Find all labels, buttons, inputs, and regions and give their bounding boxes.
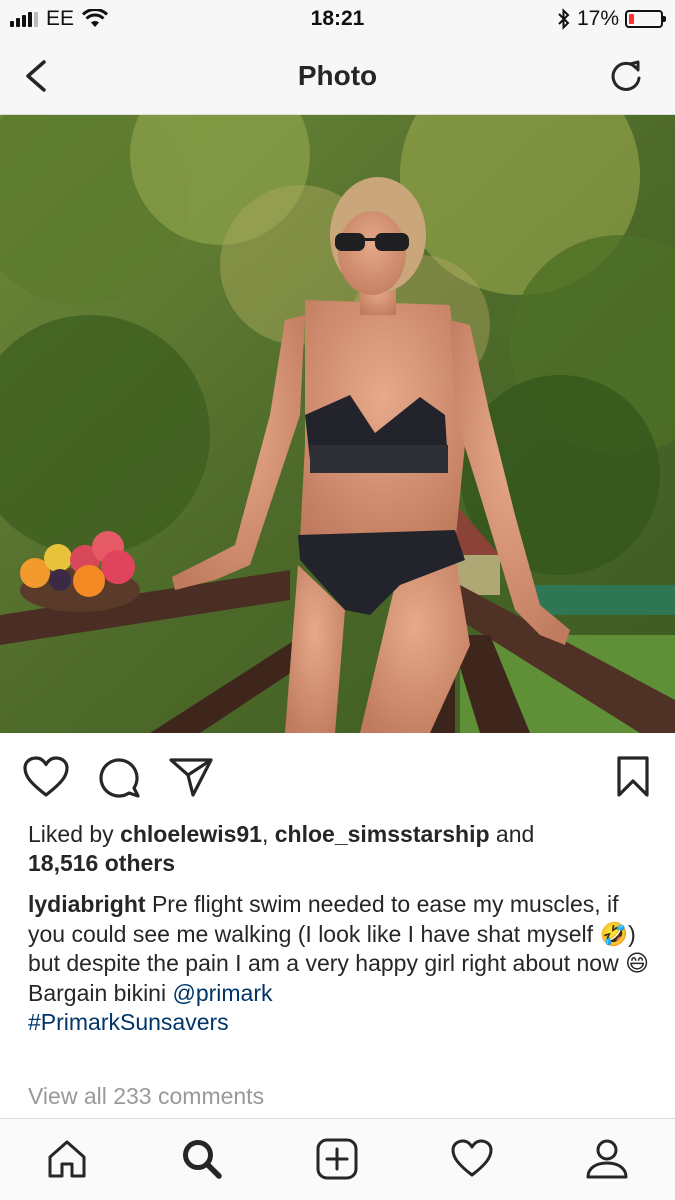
caption-text: Bargain bikini: [28, 979, 173, 1006]
home-icon[interactable]: [45, 1137, 89, 1181]
bluetooth-icon: [558, 8, 570, 30]
search-icon[interactable]: [180, 1137, 224, 1181]
mention-link[interactable]: @primark: [172, 980, 272, 1006]
battery-icon: [625, 10, 666, 28]
likes-summary: Liked by chloelewis91, chloe_simsstarshi…: [28, 820, 658, 878]
liked-by-user-link[interactable]: chloelewis91: [120, 821, 262, 847]
heart-icon[interactable]: [22, 755, 70, 799]
status-bar: EE 18:21 17%: [0, 0, 675, 38]
refresh-icon[interactable]: [607, 56, 645, 96]
page-title: Photo: [297, 60, 378, 91]
likes-separator: ,: [261, 821, 275, 847]
profile-icon[interactable]: [585, 1137, 629, 1181]
add-post-icon[interactable]: [315, 1137, 359, 1181]
likes-others-link[interactable]: 18,516 others: [28, 850, 175, 876]
likes-and: and: [489, 821, 535, 847]
post-photo[interactable]: [0, 115, 675, 733]
status-right: 17%: [557, 7, 666, 31]
nav-bar: Photo: [0, 38, 675, 115]
battery-percent: 17%: [576, 7, 619, 30]
post-image: [0, 115, 675, 733]
post-caption: lydiabright Pre flight swim needed to ea…: [28, 890, 658, 1038]
view-comments-link[interactable]: View all 233 comments: [28, 1083, 264, 1110]
likes-prefix: Liked by: [28, 821, 121, 847]
caption-username[interactable]: lydiabright: [28, 891, 146, 917]
post-action-bar: [0, 733, 675, 819]
share-icon[interactable]: [168, 755, 214, 799]
battery-level: [629, 14, 634, 24]
comment-icon[interactable]: [97, 755, 141, 799]
activity-heart-icon[interactable]: [450, 1137, 494, 1181]
bookmark-icon[interactable]: [615, 755, 651, 799]
emoji-rofl: 🤣: [599, 920, 629, 947]
hashtag-link[interactable]: #PrimarkSunsavers: [28, 1009, 229, 1035]
tab-bar: [0, 1118, 675, 1200]
emoji-grin: 😄: [625, 950, 650, 976]
liked-by-user-link[interactable]: chloe_simsstarship: [275, 821, 490, 847]
